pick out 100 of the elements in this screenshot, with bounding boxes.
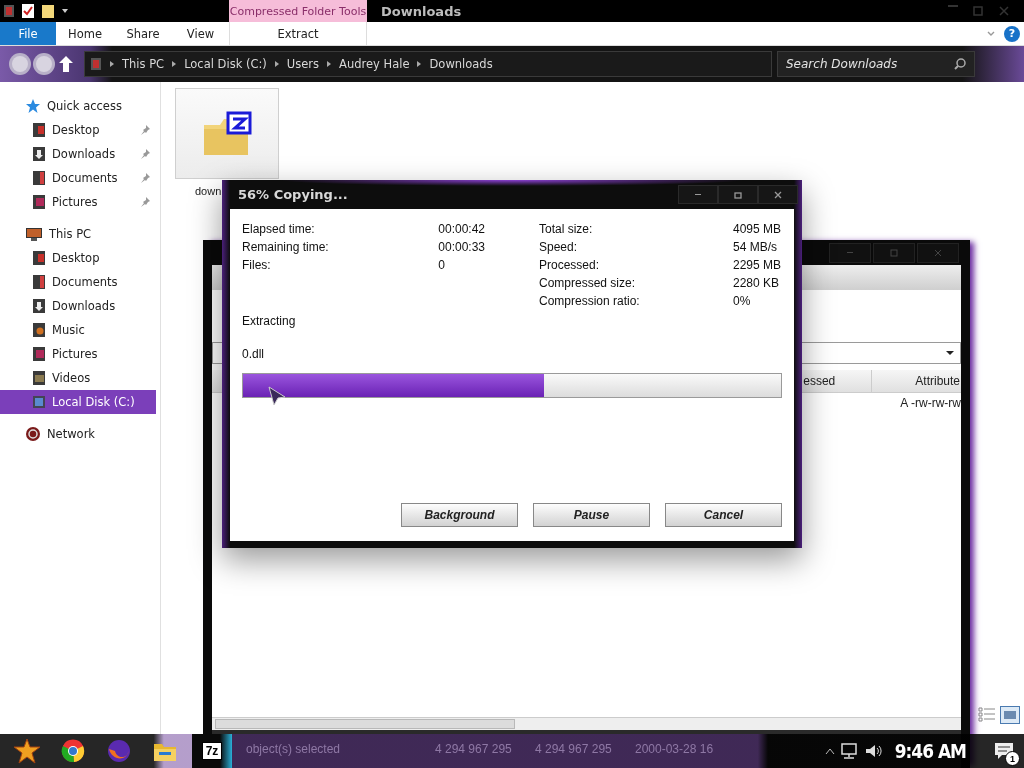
window-title: Downloads [381, 3, 462, 19]
status-text: 4 294 967 295 [435, 742, 513, 756]
folder-icon [32, 194, 46, 210]
caret-up-icon[interactable] [824, 747, 835, 755]
drive-icon [3, 3, 15, 19]
nav-item[interactable]: Documents [0, 166, 156, 190]
clock[interactable]: 9:46 AM [894, 739, 966, 763]
stat-value: 2280 KB [732, 276, 780, 290]
chevron-icon [109, 60, 115, 68]
horizontal-scrollbar[interactable] [212, 717, 961, 730]
search-icon [953, 57, 967, 71]
nav-item[interactable]: Pictures [0, 342, 156, 366]
chevron-icon [273, 60, 280, 68]
pointer-icon [268, 386, 286, 406]
nav-item[interactable]: Local Disk (C:) [0, 390, 156, 414]
monitor-icon [25, 226, 43, 242]
folder-icon [32, 170, 46, 186]
breadcrumb[interactable]: Downloads [429, 57, 493, 71]
nav-item[interactable]: This PC [0, 222, 156, 246]
folder-icon [32, 370, 46, 386]
stat-label: Total size: [539, 222, 594, 236]
status-text: object(s) selected [246, 742, 342, 756]
caret-icon [946, 350, 954, 356]
taskbar-button[interactable]: 7z [192, 734, 232, 768]
folder-icon [32, 298, 46, 314]
notepad-icon[interactable] [21, 3, 35, 19]
stat-value: 00:00:33 [438, 240, 485, 254]
close-icon [998, 5, 1010, 17]
breadcrumb[interactable]: This PC [122, 57, 165, 71]
nav-item[interactable]: Downloads [0, 294, 156, 318]
nav-item[interactable]: Desktop [0, 246, 156, 270]
maximize-icon [972, 5, 984, 17]
volume-icon[interactable] [864, 743, 883, 759]
nav-item[interactable]: Documents [0, 270, 156, 294]
stat-value: 00:00:42 [438, 222, 485, 236]
minimize-icon [847, 252, 853, 253]
column-header[interactable]: Attribute [871, 370, 961, 392]
stat-value: 0% [732, 294, 752, 308]
breadcrumb[interactable]: Audrey Hale [339, 57, 410, 71]
chevron-icon [171, 60, 178, 68]
file-tab[interactable]: File [0, 22, 56, 45]
file-name: 0.dll [242, 346, 264, 363]
large-icons-button[interactable] [1000, 706, 1020, 724]
folder-icon[interactable] [41, 3, 55, 19]
stat-value: 0 [438, 258, 446, 272]
file-name[interactable]: down [195, 185, 222, 197]
star-icon [13, 738, 41, 764]
nav-item[interactable]: Music [0, 318, 156, 342]
notification-badge: 1 [1005, 751, 1020, 766]
folder-icon [32, 146, 46, 162]
minimize-icon [695, 194, 701, 195]
status-text: 2000-03-28 16 [635, 742, 715, 756]
nav-item[interactable]: Quick access [0, 94, 156, 118]
scrollbar-thumb[interactable] [215, 719, 515, 729]
nav-item[interactable]: Videos [0, 366, 156, 390]
stat-label: Compression ratio: [539, 294, 641, 308]
folder-icon [32, 274, 46, 290]
caret-icon[interactable] [61, 7, 69, 15]
search-field[interactable]: Search Downloads [777, 51, 975, 77]
breadcrumb[interactable]: Local Disk (C:) [184, 57, 267, 71]
operation-label: Extracting [242, 313, 296, 330]
folder-icon [32, 122, 46, 138]
maximize-icon [888, 246, 900, 259]
network-icon[interactable] [840, 743, 859, 759]
stat-label: Compressed size: [539, 276, 637, 290]
address-bar[interactable]: This PC Local Disk (C:) Users Audrey Hale Downloads [84, 51, 772, 77]
stat-value: 2295 MB [732, 258, 781, 272]
archive-folder-icon [202, 111, 252, 157]
back-button[interactable] [8, 52, 32, 76]
dialog-button[interactable]: Cancel [665, 503, 782, 527]
dialog-button[interactable]: Pause [533, 503, 650, 527]
fox-icon [107, 739, 131, 763]
breadcrumb[interactable]: Users [286, 57, 320, 71]
stat-label: Remaining time: [242, 240, 330, 254]
table-cell: A -rw-rw-rw [900, 396, 961, 410]
dialog-button[interactable]: Background [401, 503, 518, 527]
chevron-icon [416, 60, 423, 68]
stat-value: 54 MB/s [732, 240, 778, 254]
status-text: 4 294 967 295 [535, 742, 613, 756]
help-button[interactable]: ? [1004, 25, 1020, 42]
stat-label: Elapsed time: [242, 222, 316, 236]
drive-icon [32, 394, 46, 410]
chevron-icon [326, 60, 333, 68]
drive-icon [90, 56, 102, 72]
stat-value: 4095 MB [732, 222, 781, 236]
nav-item[interactable]: Downloads [0, 142, 156, 166]
star-icon [25, 98, 41, 114]
dialog-title: 56% Copying... [238, 187, 348, 202]
context-group-label: Compressed Folder Tools [229, 0, 367, 22]
folder-icon [32, 322, 46, 338]
stat-label: Files: [242, 258, 272, 272]
nav-item[interactable]: Network [0, 422, 156, 446]
folder-icon [32, 346, 46, 362]
maximize-button[interactable] [718, 185, 758, 204]
folder-icon [32, 250, 46, 266]
nav-item[interactable]: Pictures [0, 190, 156, 214]
file-tile[interactable] [175, 88, 279, 179]
nav-item[interactable]: Desktop [0, 118, 156, 142]
forward-button[interactable] [32, 52, 56, 76]
stat-label: Speed: [539, 240, 579, 254]
